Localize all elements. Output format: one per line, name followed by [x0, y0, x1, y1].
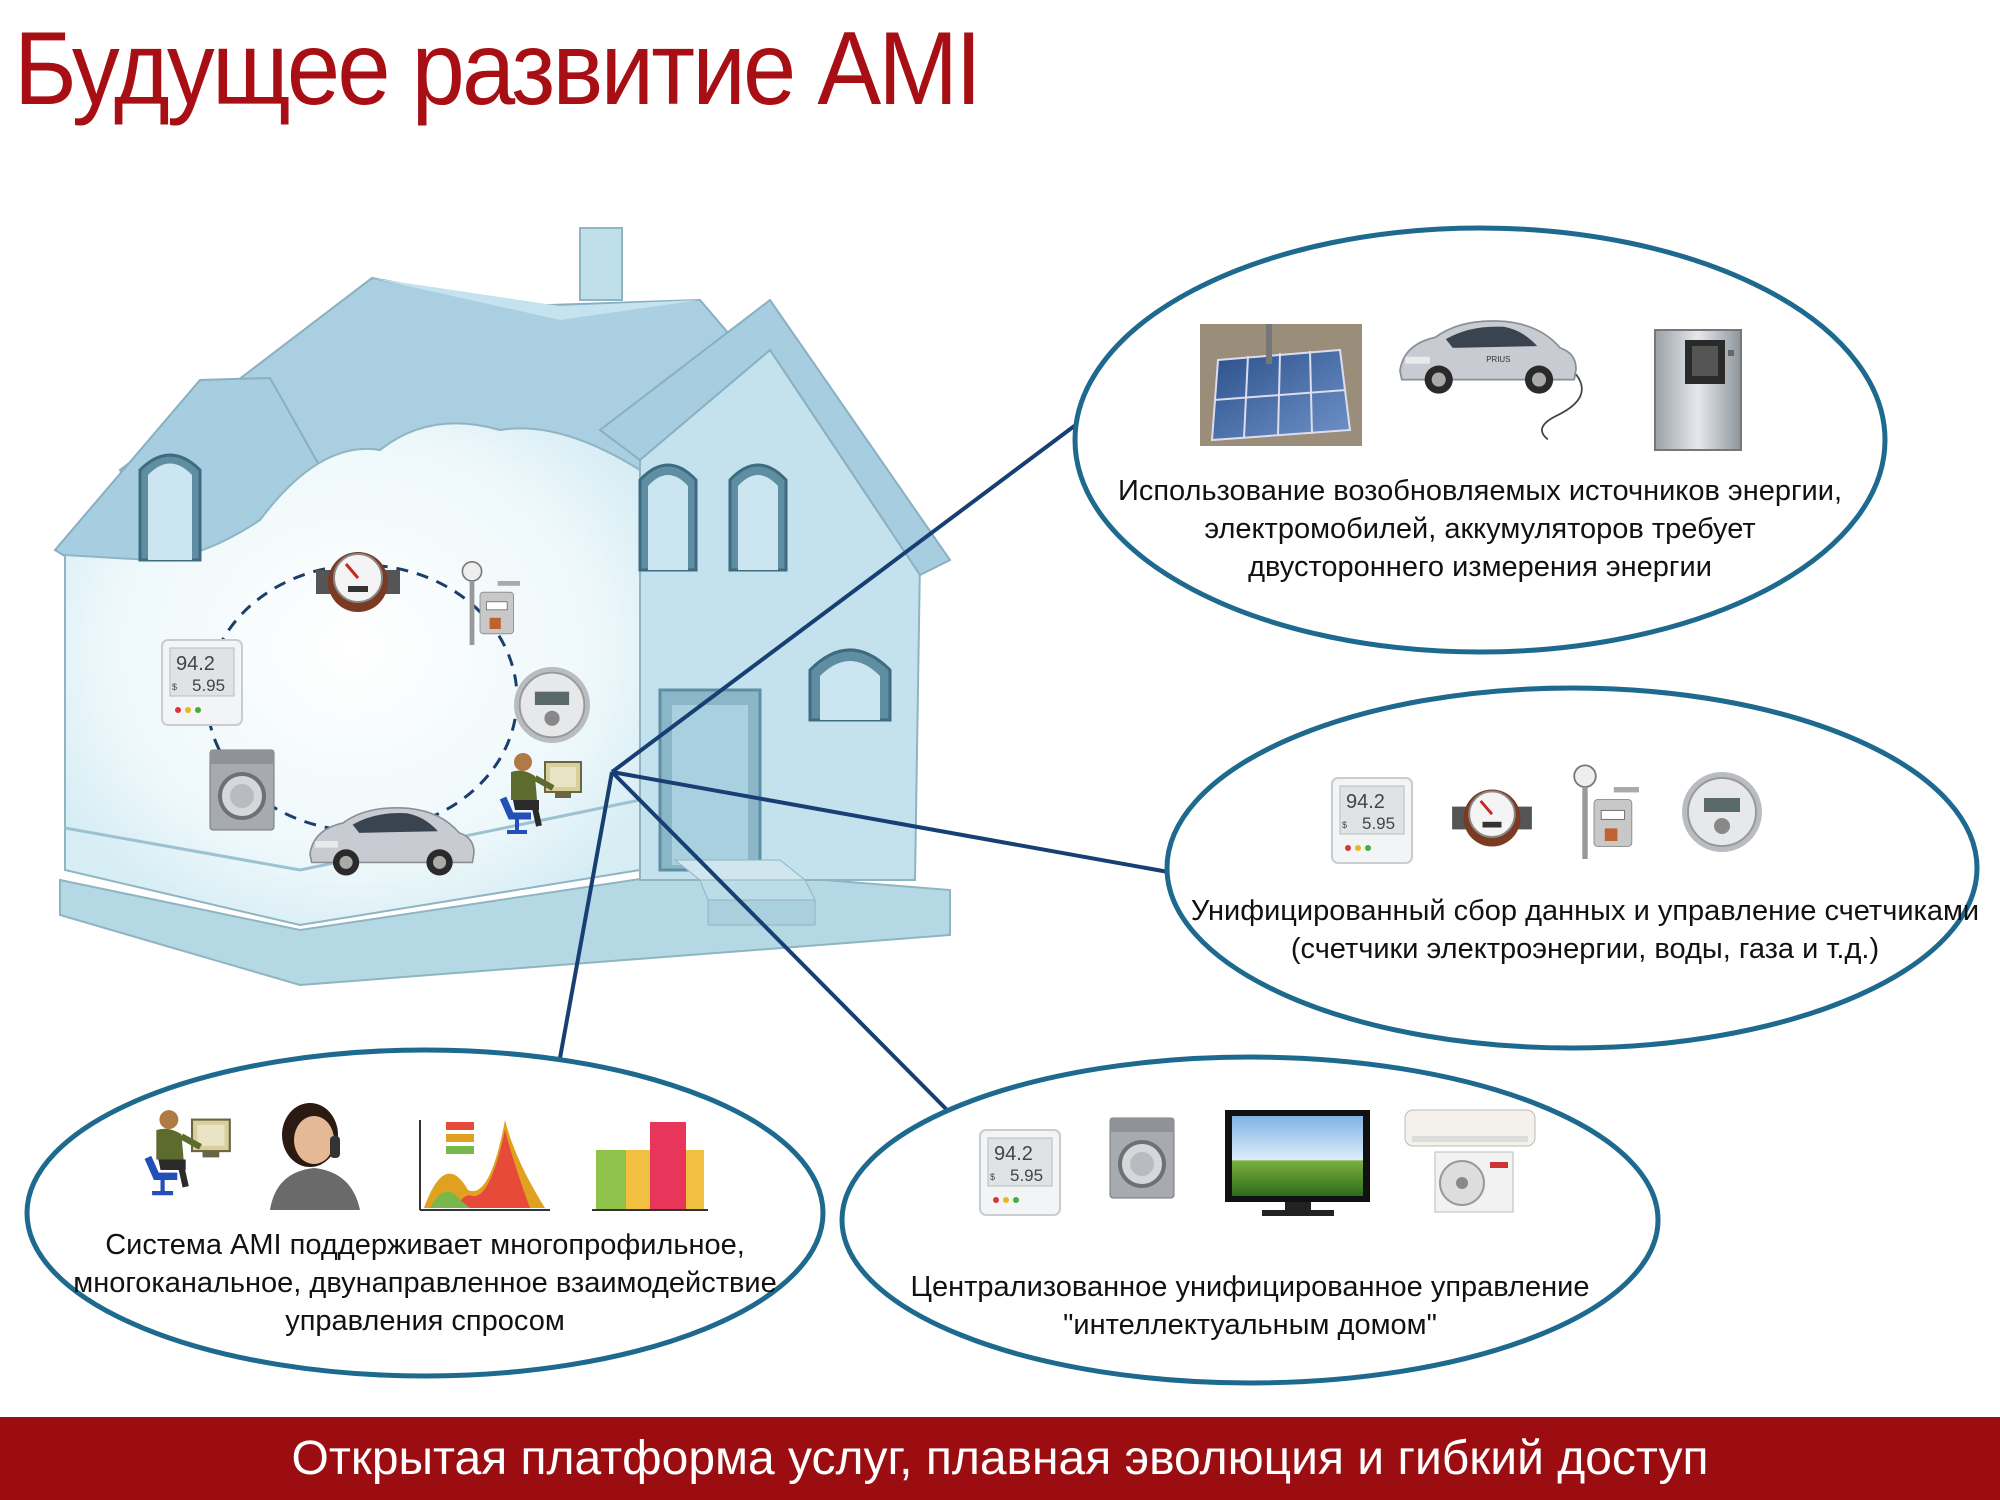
washing-machine-icon: [1108, 1116, 1176, 1200]
smart-home-display-meter-icon: [979, 1129, 1061, 1216]
renewables-bubble: [1072, 225, 1888, 655]
meters-caption-line: (счетчики электроэнергии, воды, газа и т…: [1290, 933, 1880, 965]
meters-caption-line: Унифицированный сбор данных и управление…: [1190, 895, 1980, 927]
smart-home-caption-line: Централизованное унифицированное управле…: [910, 1271, 1590, 1303]
electric-meter-icon: [1681, 771, 1763, 853]
footer-text: Открытая платформа услуг, плавная эволюц…: [291, 1432, 1709, 1485]
renewables-caption: Использование возобновляемых источников …: [1080, 472, 1880, 586]
display-meter-icon: [1331, 777, 1413, 864]
renewables-caption-line: двустороннего измерения энергии: [1248, 551, 1712, 583]
house-display-meter-icon: [161, 639, 243, 726]
smart-home-caption: Централизованное унифицированное управле…: [890, 1268, 1610, 1344]
battery-cabinet-icon: [1654, 329, 1742, 451]
demand-caption-line: управления спросом: [285, 1305, 565, 1337]
demand-caption: Система AMI поддерживает многопрофильное…: [60, 1226, 790, 1340]
house-electric-meter-icon: [513, 666, 591, 744]
smart-home-caption-line: "интеллектуальным домом": [1063, 1309, 1437, 1341]
renewables-caption-line: электромобилей, аккумуляторов требует: [1204, 513, 1756, 545]
solar-panel-icon: [1200, 324, 1362, 446]
renewables-caption-line: Использование возобновляемых источников …: [1117, 475, 1843, 507]
footer-banner: Открытая платформа услуг, плавная эволюц…: [0, 1417, 2000, 1500]
house-washer-icon: [208, 748, 276, 832]
tv-icon: [1225, 1110, 1370, 1216]
demand-caption-line: Система AMI поддерживает многопрофильное…: [105, 1229, 745, 1261]
meters-bubble: [1164, 685, 1980, 1051]
car-badge: PRIUS: [1486, 355, 1510, 364]
demand-caption-line: многоканальное, двунаправленное взаимоде…: [73, 1267, 777, 1299]
meters-caption: Унифицированный сбор данных и управление…: [1185, 892, 1985, 968]
